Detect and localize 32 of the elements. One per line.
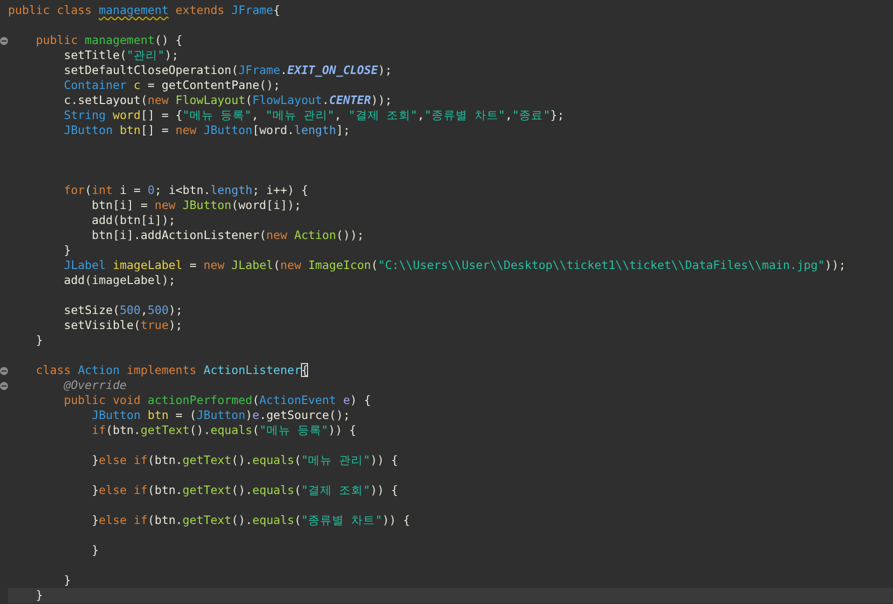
- collapse-icon[interactable]: [0, 382, 8, 390]
- code-line: JButton btn[] = new JButton[word.length];: [64, 123, 350, 138]
- code-line: setVisible(true);: [64, 318, 183, 333]
- code-line: c.setLayout(new FlowLayout(FlowLayout.CENTER));: [64, 93, 392, 108]
- code-line: }: [64, 243, 71, 258]
- code-line: @Override: [64, 378, 127, 393]
- code-line: public management() {: [36, 33, 183, 48]
- code-line: btn[i].addActionListener(new Action());: [92, 228, 364, 243]
- code-line: if(btn.getText().equals("메뉴 등록")) {: [92, 423, 356, 438]
- code-line: btn[i] = new JButton(word[i]);: [92, 198, 302, 213]
- code-line: }: [36, 588, 43, 603]
- code-line: }else if(btn.getText().equals("결제 조회")) {: [92, 483, 398, 498]
- collapse-icon[interactable]: [0, 366, 8, 374]
- code-line: public void actionPerformed(ActionEvent e) {: [64, 393, 371, 408]
- code-line: public class management extends JFrame{: [8, 3, 280, 18]
- code-line: for(int i = 0; i<btn.length; i++) {: [64, 183, 308, 198]
- code-line: String word[] = {"메뉴 등록", "메뉴 관리", "결제 조회","종류별 차트","종료"};: [64, 108, 564, 123]
- code-line: }else if(btn.getText().equals("메뉴 관리")) {: [92, 453, 398, 468]
- code-line: }else if(btn.getText().equals("종류별 차트")) {: [92, 513, 410, 528]
- code-line: add(imageLabel);: [64, 273, 176, 288]
- code-line: class Action implements ActionListener{: [36, 363, 308, 378]
- code-line: }: [36, 333, 43, 348]
- code-line: add(btn[i]);: [92, 213, 176, 228]
- code-line: JLabel imageLabel = new JLabel(new ImageIcon("C:\\Users\\User\\Desktop\\ticket1\\ticket\\DataFiles\\main.jpg"));: [64, 258, 846, 273]
- code-line: JButton btn = (JButton)e.getSource();: [92, 408, 350, 423]
- code-line: setSize(500,500);: [64, 303, 183, 318]
- code-line: setTitle("관리");: [64, 48, 179, 63]
- code-line: setDefaultCloseOperation(JFrame.EXIT_ON_CLOSE);: [64, 63, 392, 78]
- collapse-icon[interactable]: [0, 36, 8, 44]
- code-line: Container c = getContentPane();: [64, 78, 280, 93]
- code-line: }: [64, 573, 71, 588]
- code-line: }: [92, 543, 99, 558]
